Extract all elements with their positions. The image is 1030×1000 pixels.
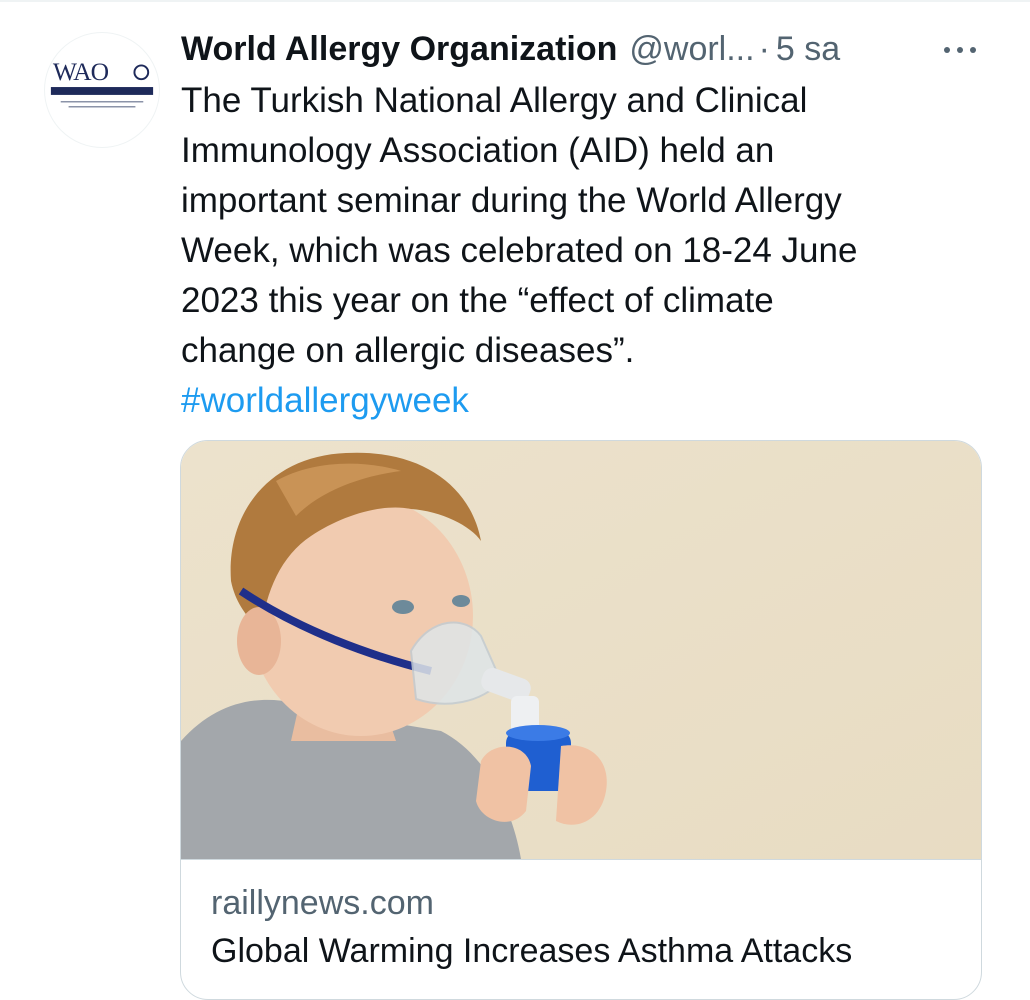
author-handle[interactable]: @worl... — [629, 26, 754, 72]
card-divider — [181, 859, 981, 860]
tweet-text: The Turkish National Allergy and Clinica… — [181, 81, 858, 370]
link-title[interactable]: Global Warming Increases Asthma Attacks — [211, 929, 852, 973]
link-card-image[interactable] — [181, 441, 981, 859]
tweet-header: World Allergy Organization @worl... · 5 … — [181, 26, 981, 72]
logo-text: WAO — [53, 57, 109, 86]
author-avatar[interactable]: WAO — [44, 32, 160, 148]
link-preview-card[interactable]: raillynews.com Global Warming Increases … — [180, 440, 982, 1000]
link-domain: raillynews.com — [211, 884, 434, 922]
timestamp[interactable]: 5 sa — [776, 26, 840, 72]
child-nebulizer-photo — [181, 441, 981, 859]
more-options-button[interactable] — [940, 30, 980, 70]
top-divider — [0, 0, 1030, 2]
more-horizontal-icon — [944, 47, 976, 53]
wao-logo-icon: WAO — [50, 57, 154, 108]
separator-dot: · — [758, 30, 770, 68]
hashtag-link[interactable]: #worldallergyweek — [181, 376, 469, 426]
author-name[interactable]: World Allergy Organization — [181, 26, 617, 72]
